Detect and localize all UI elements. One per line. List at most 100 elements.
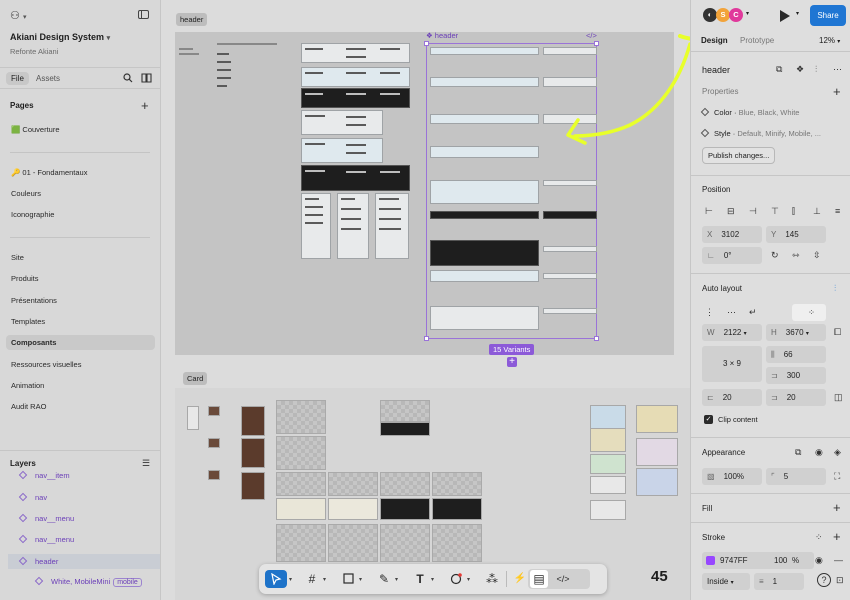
- page-item-templates[interactable]: Templates: [11, 317, 45, 326]
- selected-component-label[interactable]: ❖ header: [426, 31, 458, 40]
- chevron-down-icon[interactable]: ▾: [431, 576, 434, 583]
- constrain-icon[interactable]: ⧠: [834, 327, 841, 338]
- opacity-field[interactable]: ▧ 100%: [702, 468, 762, 485]
- x-field[interactable]: X 3102: [702, 226, 762, 243]
- user-avatar-icon[interactable]: ◐: [703, 8, 717, 22]
- collapse-layers-icon[interactable]: ☰: [142, 458, 150, 469]
- actions-tool-icon[interactable]: ⁂: [483, 570, 501, 588]
- rotate-icon[interactable]: ↻: [771, 250, 779, 261]
- stroke-weight-field[interactable]: ≡ 1: [754, 573, 804, 590]
- resize-handle[interactable]: [594, 336, 599, 341]
- add-stroke-icon[interactable]: +: [833, 530, 841, 543]
- layer-item[interactable]: nav__item: [18, 470, 70, 480]
- zoom-select[interactable]: 12% ▾: [819, 36, 840, 45]
- tab-design[interactable]: Design: [701, 36, 728, 45]
- stroke-styles-icon[interactable]: ⁘: [815, 532, 823, 543]
- align-bottom-icon[interactable]: ⊥: [813, 206, 821, 217]
- chevron-down-icon[interactable]: ▾: [359, 576, 362, 583]
- add-fill-icon[interactable]: +: [833, 501, 841, 514]
- page-item-presentations[interactable]: Présentations: [11, 296, 57, 305]
- page-item-site[interactable]: Site: [11, 253, 24, 262]
- stroke-position-select[interactable]: Inside ▾: [702, 573, 750, 590]
- direction-vertical-icon[interactable]: ⋮: [705, 304, 714, 321]
- flip-v-icon[interactable]: ⇳: [813, 250, 821, 261]
- rotation-field[interactable]: ∟ 0°: [702, 247, 762, 264]
- align-top-icon[interactable]: ⊤: [771, 206, 779, 217]
- more-icon[interactable]: ⋯: [833, 64, 842, 75]
- padding-field[interactable]: ⊐ 300: [766, 367, 826, 384]
- resize-handle[interactable]: [424, 336, 429, 341]
- align-center-h-icon[interactable]: ⊟: [727, 206, 735, 217]
- help-icon[interactable]: ?: [817, 573, 831, 587]
- align-left-icon[interactable]: ⊢: [705, 206, 713, 217]
- property-style[interactable]: Style · Default, Minify, Mobile, ...: [700, 128, 821, 138]
- chevron-down-icon[interactable]: ▾: [289, 576, 292, 583]
- resize-handle[interactable]: [424, 41, 429, 46]
- frame-tool-icon[interactable]: #: [303, 570, 321, 588]
- page-item-iconographie[interactable]: Iconographie: [11, 210, 54, 219]
- stroke-color-field[interactable]: 9747FF 100 %: [702, 552, 814, 569]
- layer-item[interactable]: nav: [18, 492, 47, 502]
- selected-component-set[interactable]: [424, 41, 599, 341]
- individual-padding-icon[interactable]: ◫: [834, 392, 843, 403]
- search-icon[interactable]: [123, 73, 133, 86]
- page-item-couverture[interactable]: 🟩 Couverture: [11, 125, 60, 134]
- dev-mode-icon[interactable]: </>: [554, 570, 572, 588]
- padding-left-field[interactable]: ⊏ 20: [702, 389, 762, 406]
- layer-item-selected[interactable]: header: [8, 554, 160, 569]
- y-field[interactable]: Y 145: [766, 226, 826, 243]
- move-tool-icon[interactable]: [265, 570, 287, 588]
- avatar-s[interactable]: S: [716, 8, 730, 22]
- auto-layout-toggle-icon[interactable]: ⫶: [834, 283, 836, 294]
- draw-mode-icon[interactable]: ⚡: [511, 570, 529, 588]
- chevron-down-icon[interactable]: ▾: [746, 10, 749, 17]
- tab-prototype[interactable]: Prototype: [740, 36, 774, 45]
- tab-file[interactable]: File: [6, 72, 29, 85]
- page-item-audit-rao[interactable]: Audit RAO: [11, 402, 46, 411]
- component-icon[interactable]: ❖: [796, 64, 804, 75]
- avatar-c[interactable]: C: [729, 8, 743, 22]
- chevron-down-icon[interactable]: ▾: [395, 576, 398, 583]
- chevron-down-icon[interactable]: ▾: [323, 576, 326, 583]
- design-mode-icon[interactable]: ▤: [530, 570, 548, 588]
- publish-changes-button[interactable]: Publish changes...: [702, 147, 776, 164]
- frame-label-card[interactable]: Card: [183, 372, 208, 385]
- grid-layout-icon[interactable]: ⁘: [792, 304, 826, 321]
- page-item-composants[interactable]: Composants: [6, 335, 155, 350]
- clip-content-checkbox[interactable]: ✓: [704, 415, 713, 424]
- present-icon[interactable]: [780, 10, 790, 22]
- distribute-icon[interactable]: ≡: [835, 206, 840, 216]
- height-field[interactable]: H 3670 ▾: [766, 324, 826, 341]
- header-frame[interactable]: [175, 32, 674, 355]
- sidebar-toggle-icon[interactable]: [138, 10, 149, 19]
- library-icon[interactable]: [141, 73, 152, 86]
- flip-h-icon[interactable]: ⇿: [792, 250, 800, 261]
- direction-horizontal-icon[interactable]: ⋯: [727, 304, 736, 321]
- page-item-ressources-visuelles[interactable]: Ressources visuelles: [11, 360, 81, 369]
- layer-item[interactable]: White, MobileMini mobile: [34, 576, 142, 587]
- add-property-icon[interactable]: +: [833, 85, 841, 98]
- blend-icon[interactable]: ◈: [834, 447, 841, 458]
- frame-label-header[interactable]: header: [176, 13, 208, 26]
- stroke-settings-icon[interactable]: ⊡: [836, 575, 844, 586]
- eye-icon[interactable]: ◉: [815, 447, 823, 458]
- layer-item[interactable]: nav__menu: [18, 534, 74, 544]
- page-item-animation[interactable]: Animation: [11, 381, 44, 390]
- chevron-down-icon[interactable]: ▾: [796, 10, 799, 17]
- individual-corners-icon[interactable]: ⛶: [834, 471, 840, 482]
- dev-code-icon[interactable]: </>: [586, 31, 597, 40]
- adjust-icon[interactable]: ⫶: [815, 64, 817, 75]
- page-item-produits[interactable]: Produits: [11, 274, 39, 283]
- align-right-icon[interactable]: ⊣: [749, 206, 757, 217]
- rectangle-tool-icon[interactable]: [339, 570, 357, 588]
- page-item-couleurs[interactable]: Couleurs: [11, 189, 41, 198]
- layer-item[interactable]: nav__menu: [18, 513, 74, 523]
- comment-tool-icon[interactable]: [447, 570, 465, 588]
- remove-stroke-icon[interactable]: —: [834, 555, 843, 565]
- project-name[interactable]: Akiani Design System ▾: [10, 32, 110, 42]
- pen-tool-icon[interactable]: ✎: [375, 570, 393, 588]
- tab-assets[interactable]: Assets: [36, 74, 60, 83]
- component-name[interactable]: header: [702, 65, 730, 75]
- padding-right-field[interactable]: ⊐ 20: [766, 389, 826, 406]
- stroke-swatch[interactable]: [706, 556, 715, 565]
